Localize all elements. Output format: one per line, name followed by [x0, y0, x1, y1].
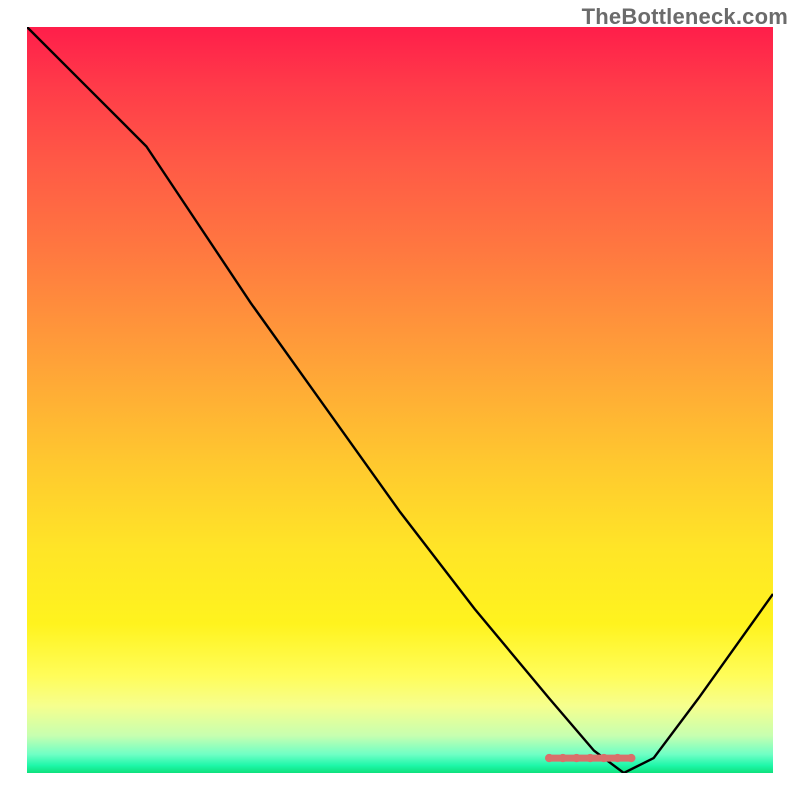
- chart-overlay: [27, 27, 773, 773]
- bottleneck-curve-path: [27, 27, 773, 773]
- optimal-range-marker: [545, 754, 635, 762]
- chart-container: TheBottleneck.com: [0, 0, 800, 800]
